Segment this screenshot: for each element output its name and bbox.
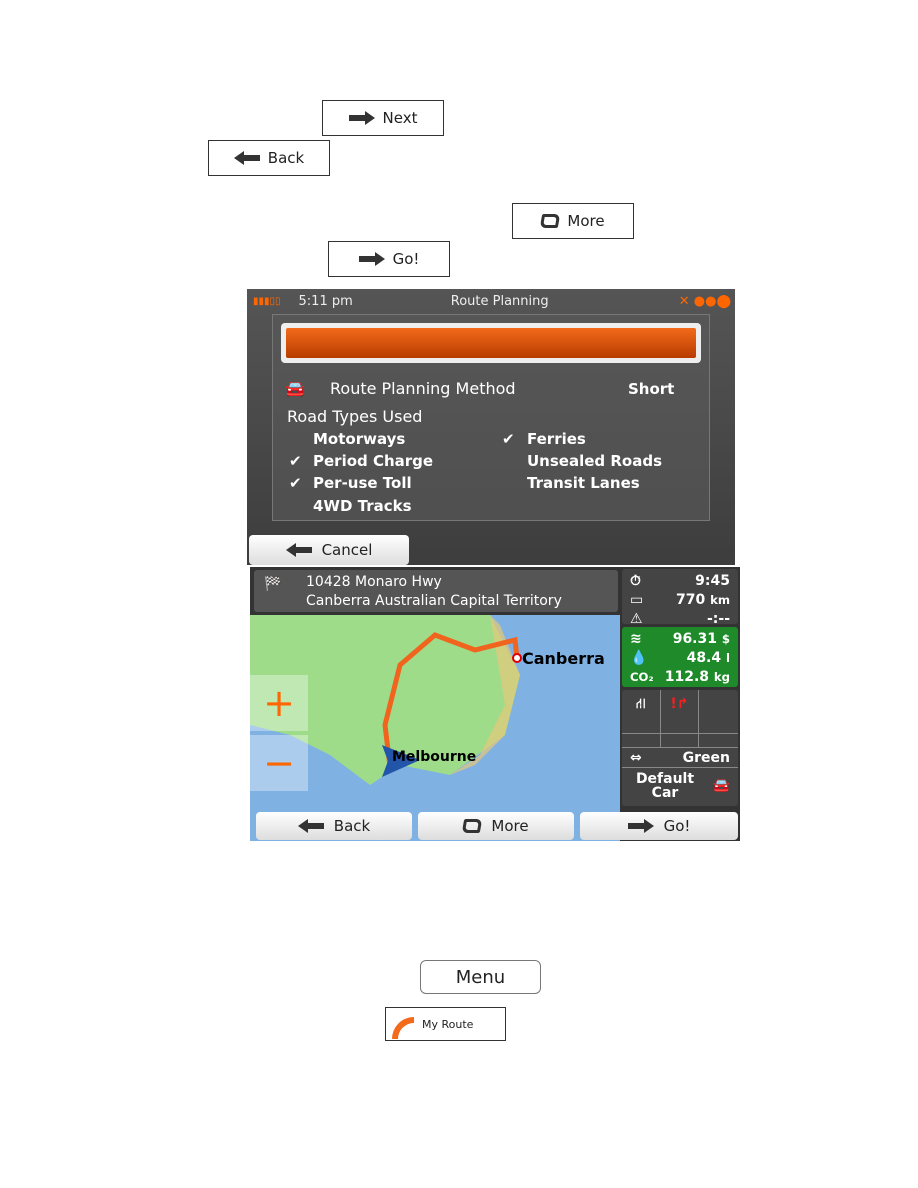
city-label-canberra: Canberra bbox=[522, 649, 605, 668]
route-options-panel[interactable]: ⛙ !↱ ⇔ Green Default Car 🚘 bbox=[622, 690, 738, 806]
distance-unit: km bbox=[710, 592, 730, 607]
car-icon: 🚘 bbox=[285, 379, 305, 398]
label: Menu bbox=[455, 966, 506, 988]
restricted-turn-icon: !↱ bbox=[660, 690, 700, 734]
checkered-flag-icon: 🏁 bbox=[264, 576, 282, 592]
check-icon: ✔ bbox=[289, 474, 302, 492]
warning-icon: ⚠ bbox=[630, 610, 643, 627]
label: More bbox=[567, 212, 605, 230]
co2: 112.8 bbox=[664, 668, 710, 685]
motorway-icon: ⛙ bbox=[622, 690, 661, 734]
more-icon bbox=[462, 819, 483, 833]
road-type-motorways[interactable]: Motorways bbox=[313, 430, 405, 448]
route-planning-screenshot: ▮▮▮▯▯ 5:11 pm Route Planning ✕ ●●⬤ 🚘 Route … bbox=[247, 289, 735, 565]
route-type-icon: ⇔ bbox=[630, 749, 642, 766]
zoom-in-button[interactable]: + bbox=[250, 675, 308, 731]
battery-icon: ▮▮▮▯▯ bbox=[253, 295, 281, 307]
go-button[interactable]: Go! bbox=[328, 241, 450, 277]
road-type-per-use-toll[interactable]: Per-use Toll bbox=[313, 474, 412, 492]
zoom-out-button[interactable]: − bbox=[250, 735, 308, 791]
menu-button[interactable]: Menu bbox=[420, 960, 541, 994]
cost-unit: $ bbox=[721, 631, 730, 646]
trip-info-panel[interactable]: ⏱ 9:45 ▭ 770 km ⚠ -:-- bbox=[622, 569, 738, 627]
road-type-period-charge[interactable]: Period Charge bbox=[313, 452, 433, 470]
fuel-unit: l bbox=[726, 650, 730, 665]
my-route-button[interactable]: My Route bbox=[385, 1007, 506, 1041]
eta: 9:45 bbox=[695, 572, 730, 589]
road-type-transit-lanes[interactable]: Transit Lanes bbox=[527, 474, 640, 492]
co2-label: CO₂ bbox=[630, 669, 654, 684]
co2-unit: kg bbox=[713, 669, 730, 684]
label: My Route bbox=[422, 1017, 474, 1031]
more-button[interactable]: More bbox=[512, 203, 634, 239]
road-type-ferries[interactable]: Ferries bbox=[527, 430, 586, 448]
arrow-right-icon bbox=[348, 111, 375, 125]
back-button[interactable]: Back bbox=[256, 812, 412, 840]
address-line2: Canberra Australian Capital Territory bbox=[306, 593, 562, 609]
arrow-right-icon bbox=[358, 252, 385, 266]
check-icon: ✔ bbox=[502, 430, 515, 448]
arrow-left-icon bbox=[285, 543, 312, 557]
cancel-button[interactable]: Cancel bbox=[249, 535, 409, 565]
cost-panel[interactable]: ≋ 96.31 $ 💧 48.4 l CO₂ 112.8 kg bbox=[622, 627, 738, 687]
more-button[interactable]: More bbox=[418, 812, 574, 840]
back-button[interactable]: Back bbox=[208, 140, 330, 176]
car-icon: 🚘 bbox=[712, 778, 730, 794]
arrow-left-icon bbox=[297, 819, 324, 833]
arrow-left-icon bbox=[233, 151, 260, 165]
my-route-icon bbox=[392, 1017, 414, 1039]
map[interactable]: Canberra Melbourne + − bbox=[250, 615, 620, 841]
label: Cancel bbox=[321, 541, 373, 559]
destination-header: 🏁 10428 Monaro Hwy Canberra Australian C… bbox=[254, 570, 618, 612]
check-icon: ✔ bbox=[289, 452, 302, 470]
timer-icon: ⏱ bbox=[630, 572, 641, 589]
label: More bbox=[491, 817, 529, 835]
more-icon bbox=[540, 214, 561, 228]
clock: 5:11 pm bbox=[298, 293, 353, 309]
label: Go! bbox=[392, 250, 420, 268]
screen-title: Route Planning bbox=[450, 293, 549, 309]
destination-pin bbox=[512, 653, 522, 663]
road-type-unsealed-roads[interactable]: Unsealed Roads bbox=[527, 452, 662, 470]
coins-icon: ≋ bbox=[630, 630, 642, 647]
vehicle: Default Car bbox=[635, 771, 695, 801]
label: Go! bbox=[663, 817, 691, 835]
road-icon: ▭ bbox=[630, 591, 644, 608]
route-map-screenshot: 🏁 10428 Monaro Hwy Canberra Australian C… bbox=[250, 567, 740, 841]
route-type: Green bbox=[682, 749, 730, 766]
gps-status-icon: ✕ ●●⬤ bbox=[678, 293, 731, 309]
progress-bar bbox=[281, 323, 701, 363]
label: Back bbox=[267, 149, 305, 167]
road-type-4wd-tracks[interactable]: 4WD Tracks bbox=[313, 497, 412, 515]
route-summary-panel: 🚘 Route Planning Method Short Road Types… bbox=[272, 314, 710, 521]
fuel-drop-icon: 💧 bbox=[630, 649, 648, 666]
address-line1: 10428 Monaro Hwy bbox=[306, 574, 442, 590]
distance: 770 bbox=[675, 591, 706, 608]
cost: 96.31 bbox=[672, 630, 717, 647]
go-button[interactable]: Go! bbox=[580, 812, 738, 840]
method-label: Route Planning Method bbox=[330, 379, 516, 398]
next-button[interactable]: Next bbox=[322, 100, 444, 136]
road-types-label: Road Types Used bbox=[287, 407, 423, 426]
city-label-melbourne: Melbourne bbox=[392, 749, 477, 765]
fuel: 48.4 bbox=[686, 649, 722, 666]
label: Next bbox=[382, 109, 418, 127]
delay: -:-- bbox=[706, 610, 730, 627]
label: Back bbox=[333, 817, 371, 835]
arrow-right-icon bbox=[627, 819, 654, 833]
method-value[interactable]: Short bbox=[628, 380, 674, 398]
